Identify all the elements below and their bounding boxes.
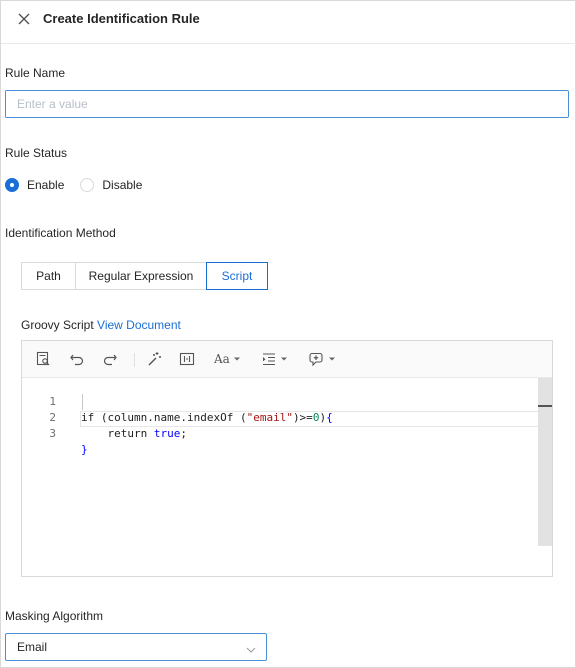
masking-algorithm-label: Masking Algorithm xyxy=(5,609,104,623)
identification-method-tabs: Path Regular Expression Script xyxy=(21,262,268,290)
groovy-script-label: Groovy Script xyxy=(21,318,94,332)
code-area[interactable]: 1 if (column.name.indexOf ("email")>=0){… xyxy=(22,378,552,576)
rule-status-label: Rule Status xyxy=(5,146,68,160)
enable-radio-label: Enable xyxy=(27,178,65,192)
rule-name-input[interactable] xyxy=(5,90,569,118)
disable-radio[interactable]: Disable xyxy=(80,177,142,193)
line-number: 3 xyxy=(49,427,56,440)
code-line-text: } xyxy=(81,443,88,456)
groovy-script-heading: Groovy Script View Document xyxy=(21,317,181,333)
code-line-text: return true; xyxy=(81,427,187,440)
code-editor[interactable]: Aa 1 if (column.name.indexOf ("email")>=… xyxy=(21,340,553,577)
dialog-header: Create Identification Rule xyxy=(1,1,576,44)
radio-unchecked-icon xyxy=(80,178,95,192)
toolbar-divider xyxy=(134,353,135,367)
insert-icon[interactable] xyxy=(309,350,336,368)
font-size-icon[interactable]: Aa xyxy=(214,350,241,368)
disable-radio-label: Disable xyxy=(102,178,143,192)
format-icon[interactable] xyxy=(179,350,195,368)
editor-scrollbar[interactable] xyxy=(538,378,552,546)
undo-icon[interactable] xyxy=(69,350,85,368)
masking-algorithm-value: Email xyxy=(17,640,48,654)
search-doc-icon[interactable] xyxy=(35,350,51,368)
code-line: 1 if (column.name.indexOf ("email")>=0){ xyxy=(22,378,538,424)
code-line: 3 } xyxy=(22,410,538,456)
indent-icon[interactable] xyxy=(261,350,288,368)
view-document-link[interactable]: View Document xyxy=(97,318,181,332)
dialog-title: Create Identification Rule xyxy=(43,11,200,26)
close-icon[interactable] xyxy=(15,10,33,28)
tab-path[interactable]: Path xyxy=(21,262,76,290)
code-line: 2 return true; xyxy=(22,394,538,440)
enable-radio[interactable]: Enable xyxy=(5,177,64,193)
tab-regular-expression[interactable]: Regular Expression xyxy=(75,262,207,290)
magic-wand-icon[interactable] xyxy=(146,350,162,368)
chevron-down-icon xyxy=(246,643,256,657)
masking-algorithm-select[interactable]: Email xyxy=(5,633,267,661)
font-size-label: Aa xyxy=(214,352,230,366)
editor-toolbar: Aa xyxy=(22,341,552,378)
redo-icon[interactable] xyxy=(102,350,118,368)
tab-script[interactable]: Script xyxy=(206,262,268,290)
rule-name-label: Rule Name xyxy=(5,66,66,80)
rule-status-radio-group: Enable Disable xyxy=(5,176,158,194)
scrollbar-cursor-marker xyxy=(538,405,552,407)
dialog: Create Identification Rule Rule Name Rul… xyxy=(0,0,576,668)
identification-method-label: Identification Method xyxy=(5,226,116,240)
radio-checked-icon xyxy=(5,178,19,192)
